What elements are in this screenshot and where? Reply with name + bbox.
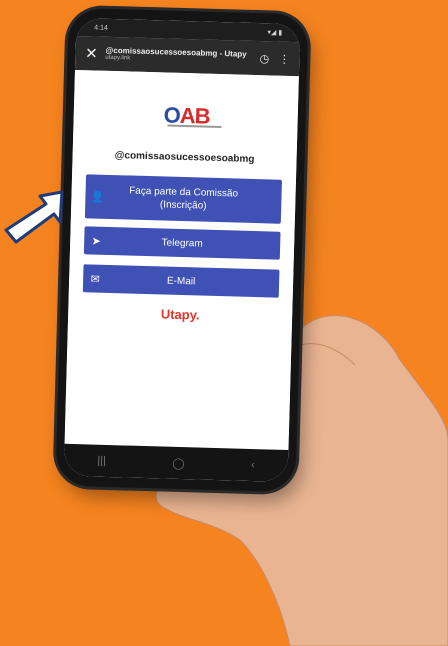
status-time: 4:14 [94,23,108,32]
phone-screen: 4:14 ▾◢ ▮ ✕ @comissaosucessoesoabmg - Ut… [63,17,301,483]
address-bar[interactable]: @comissaosucessoesoabmg - Utapy utapy.li… [105,46,251,65]
timer-icon[interactable]: ◷ [257,52,271,65]
back-icon[interactable]: ‹ [251,459,255,471]
link-button-email[interactable]: ✉ E-Mail [82,264,280,298]
page-content: OAB @comissaosucessoesoabmg 👤 Faça parte… [64,69,299,437]
close-icon[interactable]: ✕ [83,44,99,62]
more-vertical-icon[interactable]: ⋮ [277,52,291,65]
person-add-icon: 👤 [90,190,105,204]
android-nav-bar: ||| ◯ ‹ [63,443,289,483]
utapy-brand[interactable]: Utapy. [68,304,292,325]
phone-device: 4:14 ▾◢ ▮ ✕ @comissaosucessoesoabmg - Ut… [55,7,309,493]
recents-icon[interactable]: ||| [97,455,106,467]
link-label: E-Mail [166,275,196,287]
link-button-inscricao[interactable]: 👤 Faça parte da Comissão (Inscrição) [84,174,283,224]
profile-username: @comissaosucessoesoabmg [114,150,255,165]
pointer-arrow-icon [4,190,64,244]
status-icons: ▾◢ ▮ [267,29,283,37]
link-label: Faça parte da Comissão (Inscrição) [128,185,239,212]
home-icon[interactable]: ◯ [172,456,185,469]
telegram-icon: ➤ [91,234,101,248]
oab-logo: OAB [163,102,224,130]
link-label: Telegram [161,236,203,250]
link-button-telegram[interactable]: ➤ Telegram [83,226,281,260]
mail-icon: ✉ [90,272,100,286]
